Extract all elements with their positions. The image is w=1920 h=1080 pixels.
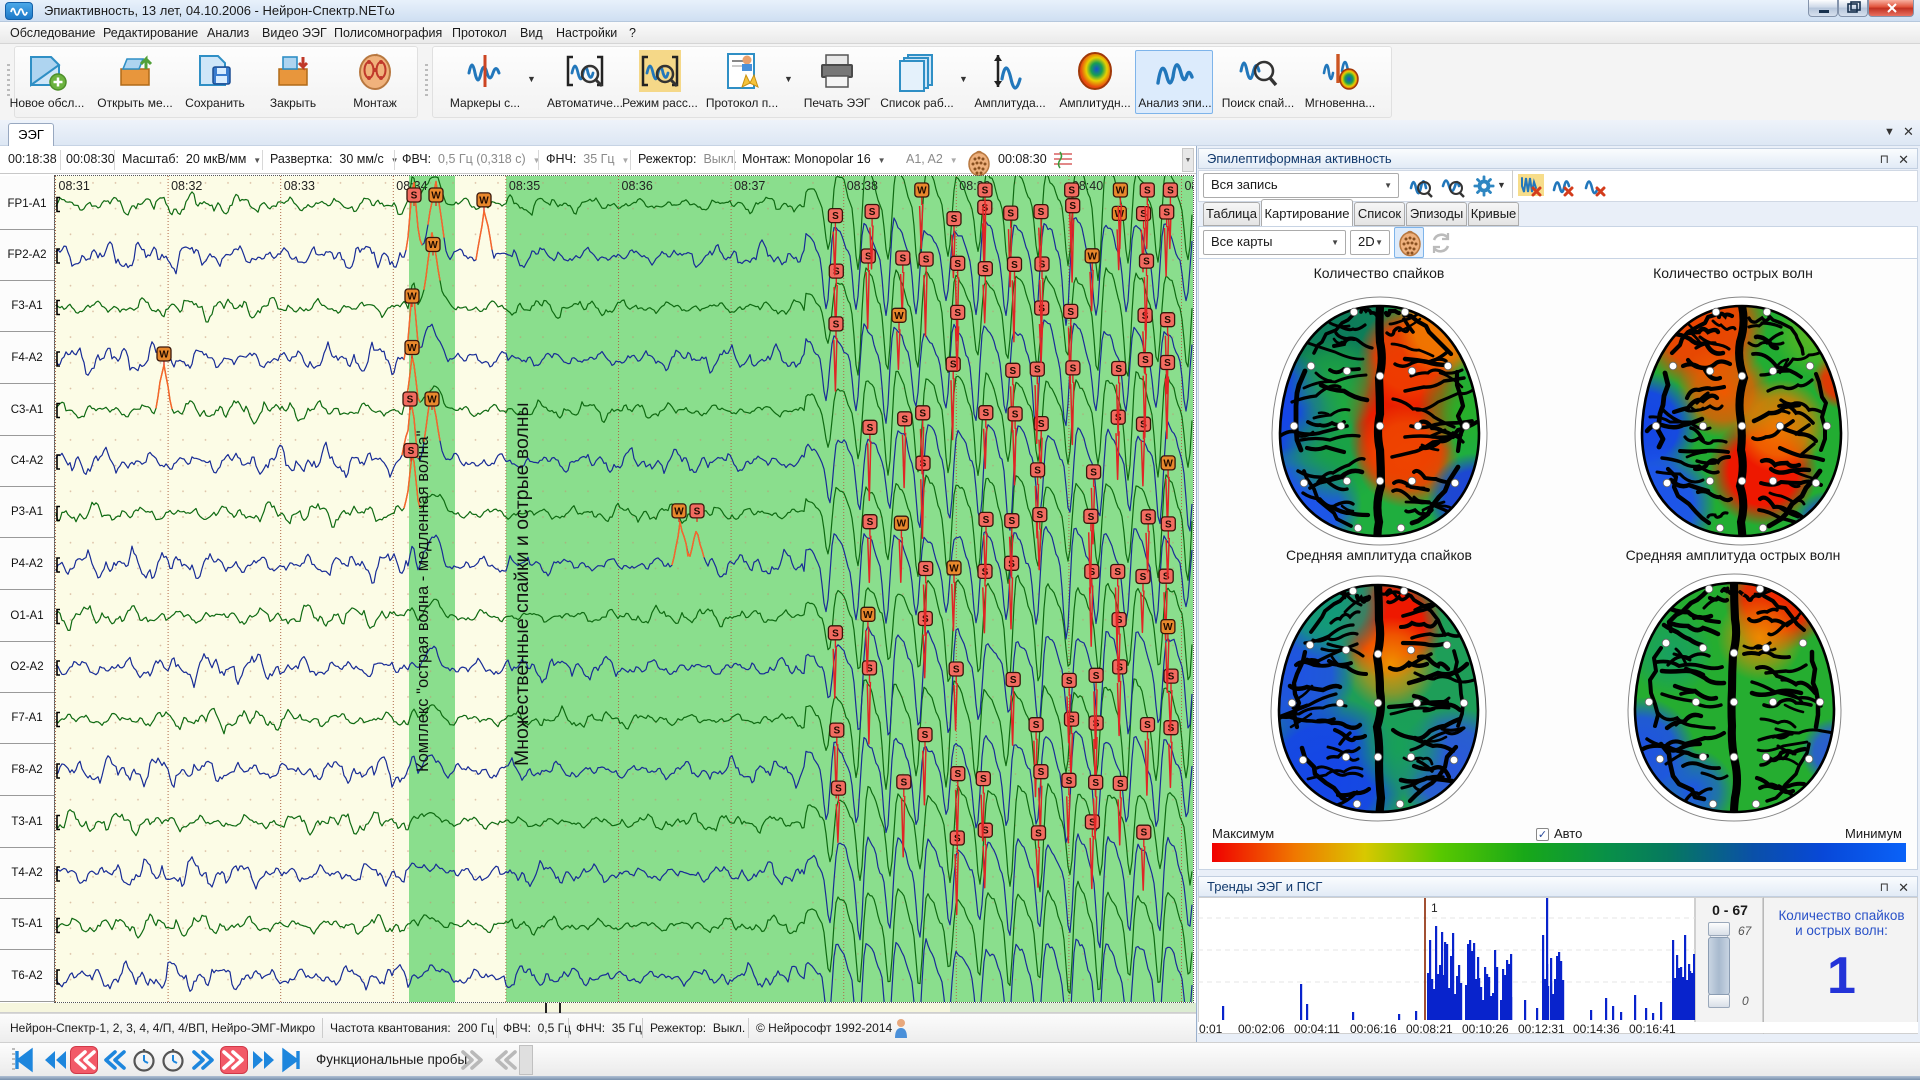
svg-text:1: 1: [1431, 901, 1438, 915]
